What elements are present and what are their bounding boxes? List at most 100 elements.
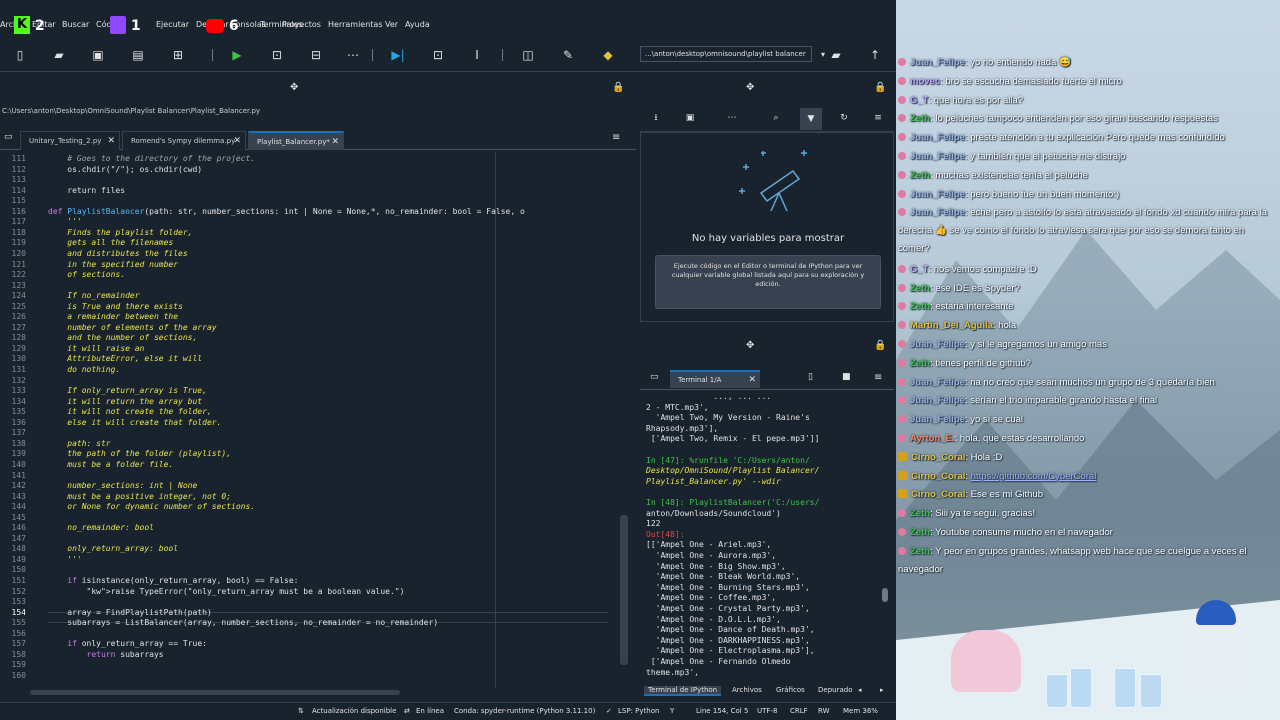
options-menu-icon[interactable]: ≡ bbox=[874, 372, 882, 383]
chat-text: : yo sí se cuál bbox=[964, 414, 1024, 426]
chat-username[interactable]: Zeth bbox=[910, 113, 930, 124]
chat-username[interactable]: Ayrton_E. bbox=[910, 433, 955, 444]
chat-username[interactable]: Juan_Felipe bbox=[910, 207, 965, 218]
code-editor[interactable]: 111 112 113 114 115 116 117 118 119 120 121 122 123 1… bbox=[0, 152, 632, 688]
editor-vertical-scrollbar[interactable] bbox=[620, 515, 628, 665]
chat-username[interactable]: Zeth bbox=[910, 546, 930, 557]
viewer-badge-icon bbox=[898, 170, 906, 179]
refresh-icon[interactable]: ↻ bbox=[836, 110, 852, 126]
tab-terminal-1a[interactable]: Terminal 1/A ✕ bbox=[670, 370, 760, 388]
tab-playlist-balancer[interactable]: Playlist_Balancer.py* ✕ bbox=[248, 131, 344, 150]
python-path-icon[interactable]: ◆ bbox=[600, 47, 616, 63]
import-data-icon[interactable]: ⭳ bbox=[648, 110, 664, 126]
terminal-list-icon[interactable]: ▭ bbox=[650, 372, 659, 382]
tab-ipython-terminal[interactable]: Terminal de IPython bbox=[644, 686, 722, 696]
chat-username[interactable]: G_T bbox=[910, 264, 928, 275]
menu-item[interactable]: Proyectos bbox=[282, 20, 321, 29]
filter-icon[interactable]: ▼ bbox=[800, 108, 822, 130]
chat-username[interactable]: Martin_Del_Aguila bbox=[910, 320, 993, 331]
terminal-scrollbar[interactable] bbox=[882, 588, 888, 602]
new-file-icon[interactable]: ▯ bbox=[12, 47, 28, 63]
tab-files[interactable]: Archivos bbox=[732, 686, 762, 694]
menu-item[interactable]: Herramientas bbox=[328, 20, 383, 29]
chat-username[interactable]: Juan_Felipe bbox=[910, 57, 965, 68]
more-icon[interactable]: ⋯ bbox=[724, 110, 740, 126]
close-icon[interactable]: ✕ bbox=[233, 132, 241, 151]
chat-username[interactable]: Cirno_Coral bbox=[911, 452, 965, 463]
open-file-icon[interactable]: ▰ bbox=[51, 47, 67, 63]
options-menu-icon[interactable]: ≡ bbox=[870, 110, 886, 126]
move-pane-icon[interactable]: ✥ bbox=[746, 340, 754, 351]
chat-username[interactable]: Juan_Felipe bbox=[910, 339, 965, 350]
menu-item[interactable]: Buscar bbox=[62, 20, 89, 29]
run-cell-advance-icon[interactable]: ⊟ bbox=[308, 47, 324, 63]
line-number: 125 bbox=[11, 301, 26, 311]
chat-username[interactable]: Juan_Felipe bbox=[910, 395, 965, 406]
menu-item[interactable]: Ejecutar bbox=[156, 20, 189, 29]
lock-icon[interactable]: 🔒 bbox=[612, 82, 624, 93]
chat-username[interactable]: Zeth bbox=[910, 358, 930, 369]
working-directory-field[interactable]: ...\anton\desktop\omnisound\playlist bal… bbox=[640, 46, 812, 62]
close-icon[interactable]: ✕ bbox=[107, 132, 115, 151]
save-icon[interactable]: ▣ bbox=[90, 47, 106, 63]
menu-item[interactable]: Ver bbox=[385, 20, 398, 29]
conda-env[interactable]: Conda: spyder-runtime (Python 3.11.10) bbox=[454, 707, 595, 715]
viewer-badge-icon bbox=[898, 321, 906, 330]
chat-username[interactable]: Juan_Felipe bbox=[910, 151, 965, 162]
editor-horizontal-scrollbar[interactable] bbox=[30, 690, 400, 695]
chat-username[interactable]: Zeth bbox=[910, 527, 930, 538]
chevron-right-icon[interactable]: ▸ bbox=[880, 686, 884, 694]
chevron-left-icon[interactable]: ◂ bbox=[858, 686, 862, 694]
update-icon[interactable]: ⇅ bbox=[298, 707, 304, 715]
chat-link[interactable]: https://github.com/CyberCoral bbox=[971, 471, 1097, 482]
chat-username[interactable]: movec bbox=[910, 76, 940, 87]
chat-username[interactable]: Zeth bbox=[910, 170, 930, 181]
lock-icon[interactable]: 🔒 bbox=[874, 340, 886, 351]
chat-username[interactable]: Juan_Felipe bbox=[910, 189, 965, 200]
ipython-console[interactable]: ..., ... ... 2 - MTC.mp3', 'Ampel Two, My… bbox=[640, 390, 888, 680]
move-pane-icon[interactable]: ✥ bbox=[746, 82, 754, 93]
chat-username[interactable]: Cirno_Coral bbox=[911, 489, 965, 500]
close-icon[interactable]: ✕ bbox=[748, 372, 756, 388]
step-icon[interactable]: I bbox=[469, 47, 485, 63]
chat-username[interactable]: Zeth bbox=[910, 301, 930, 312]
chat-username[interactable]: Juan_Felipe bbox=[910, 377, 965, 388]
chat-username[interactable]: Cirno_Coral bbox=[911, 471, 965, 482]
debug-cell-icon[interactable]: ⊡ bbox=[430, 47, 446, 63]
debug-icon[interactable]: ▶| bbox=[390, 47, 406, 63]
update-status[interactable]: Actualización disponible bbox=[312, 707, 396, 715]
code-line: number_sections: int | None bbox=[48, 481, 198, 491]
chat-username[interactable]: G_T bbox=[910, 95, 928, 106]
code-line: must be a folder file. bbox=[48, 459, 174, 469]
chat-username[interactable]: Juan_Felipe bbox=[910, 414, 965, 425]
menu-item[interactable]: Ayuda bbox=[405, 20, 430, 29]
file-list-icon[interactable]: ▭ bbox=[4, 132, 13, 142]
chat-username[interactable]: Zeth bbox=[910, 283, 930, 294]
tab-unitary-testing[interactable]: Unitary_Testing_2.py ✕ bbox=[20, 131, 120, 150]
options-menu-icon[interactable]: ≡ bbox=[612, 132, 620, 143]
terminal-line: anton/Downloads/Soundcloud') bbox=[646, 508, 781, 518]
save-all-icon[interactable]: ▤ bbox=[130, 47, 146, 63]
tab-sympy-dilemma[interactable]: Romend's Sympy dilemma.py ✕ bbox=[122, 131, 246, 150]
browse-folder-icon[interactable]: ▰ bbox=[828, 47, 844, 63]
run-cell-icon[interactable]: ⊡ bbox=[269, 47, 285, 63]
more-icon[interactable]: ⋯ bbox=[345, 47, 361, 63]
lsp-status[interactable]: LSP: Python bbox=[618, 707, 659, 715]
stop-icon[interactable]: ■ bbox=[842, 372, 851, 382]
tab-debugger[interactable]: Depurador bbox=[818, 686, 852, 694]
close-icon[interactable]: ✕ bbox=[331, 133, 339, 152]
chat-username[interactable]: Zeth bbox=[910, 508, 930, 519]
save-data-icon[interactable]: ▣ bbox=[682, 110, 698, 126]
chat-username[interactable]: Juan_Felipe bbox=[910, 132, 965, 143]
new-cell-icon[interactable]: ⊞ bbox=[170, 47, 186, 63]
preferences-wrench-icon[interactable]: ✎ bbox=[560, 47, 576, 63]
maximize-pane-icon[interactable]: ◫ bbox=[520, 47, 536, 63]
parent-directory-icon[interactable]: ↑ bbox=[867, 47, 883, 63]
search-icon[interactable]: ⌕ bbox=[768, 110, 784, 126]
clipboard-icon[interactable]: ▯ bbox=[808, 372, 813, 382]
code-line: and the number of sections, bbox=[48, 333, 198, 343]
run-icon[interactable]: ▶ bbox=[229, 47, 245, 63]
lock-icon[interactable]: 🔒 bbox=[874, 82, 886, 93]
move-pane-icon[interactable]: ✥ bbox=[290, 82, 302, 94]
tab-plots[interactable]: Gráficos bbox=[776, 686, 805, 694]
